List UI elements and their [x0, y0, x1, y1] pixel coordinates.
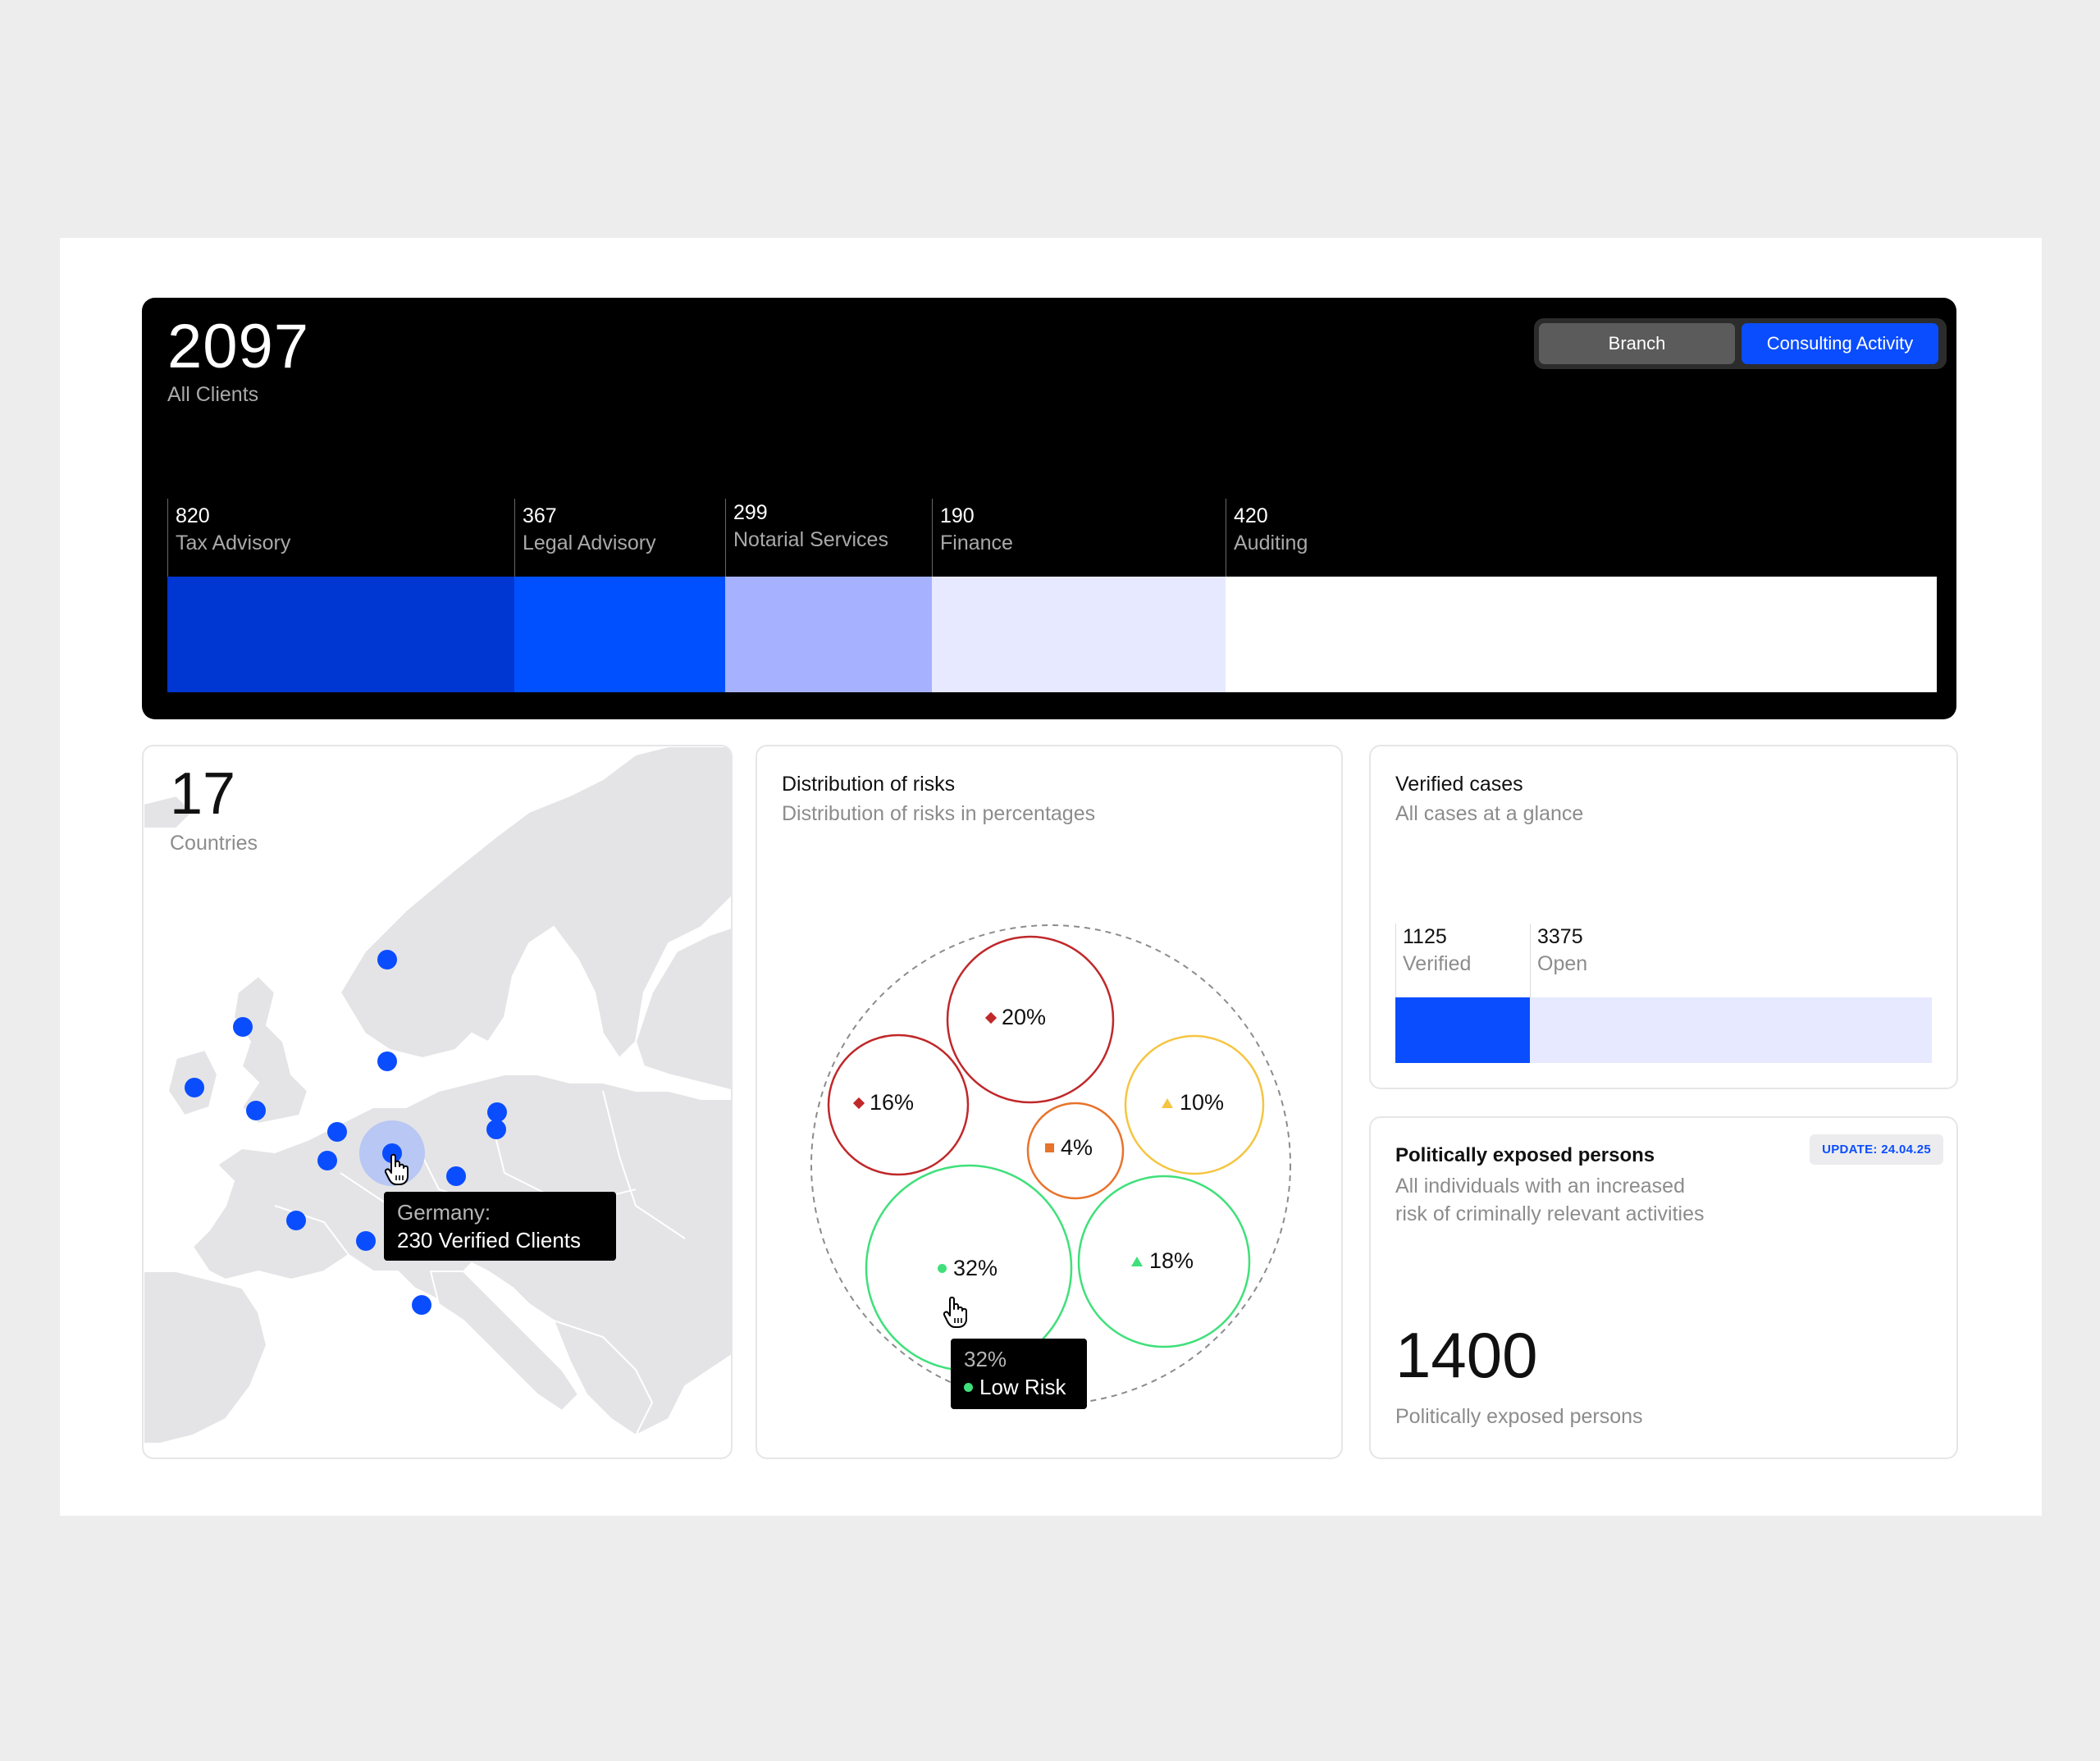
risk-label-32: 32% [938, 1256, 998, 1281]
update-badge: UPDATE: 24.04.25 [1810, 1134, 1943, 1165]
map-location-dot[interactable] [286, 1211, 306, 1230]
segment-count: 190 [940, 504, 975, 527]
map-location-dot[interactable] [377, 950, 397, 969]
verified-label: 1125 Verified [1403, 924, 1471, 978]
hand-cursor-icon [385, 1153, 409, 1185]
risk-value: 10% [1180, 1090, 1225, 1115]
diamond-marker-icon [852, 1097, 865, 1109]
risk-label-20: 20% [984, 1005, 1047, 1030]
verified-count: 1125 [1403, 925, 1447, 948]
bar-segment-notarial[interactable] [725, 577, 932, 692]
segment-label-legal: 367 Legal Advisory [523, 503, 656, 557]
segment-label-finance: 190 Finance [940, 503, 1013, 557]
verified-card-subtitle: All cases at a glance [1395, 802, 1584, 825]
segment-label-tax: 820 Tax Advisory [176, 503, 290, 557]
bar-segment-auditing[interactable] [1226, 577, 1937, 692]
pep-card-title: Politically exposed persons [1395, 1144, 1655, 1166]
triangle-marker-icon [1131, 1256, 1143, 1266]
clients-summary-panel: 2097 All Clients Branch Consulting Activ… [142, 298, 1956, 719]
view-toggle: Branch Consulting Activity [1534, 318, 1947, 369]
segment-count: 299 [733, 501, 768, 524]
verified-name: Verified [1403, 952, 1472, 975]
verified-cases-card: Verified cases All cases at a glance 112… [1369, 745, 1958, 1089]
pep-subtitle-line: All individuals with an increased [1395, 1175, 1685, 1198]
total-clients-label: All Clients [167, 383, 259, 406]
risk-label-4: 4% [1045, 1135, 1093, 1161]
pep-subtitle-line: risk of criminally relevant activities [1395, 1202, 1705, 1225]
segment-divider [1530, 924, 1531, 997]
map-location-dot[interactable] [412, 1295, 431, 1315]
risk-value: 18% [1149, 1248, 1194, 1273]
map-location-dot[interactable] [486, 1120, 506, 1139]
open-count: 3375 [1537, 925, 1583, 948]
bar-segment-finance[interactable] [932, 577, 1226, 692]
branch-toggle-button[interactable]: Branch [1539, 323, 1735, 364]
map-location-dot[interactable] [446, 1166, 466, 1186]
hand-cursor-icon [943, 1296, 967, 1328]
segment-name: Tax Advisory [176, 531, 291, 554]
square-marker-icon [1045, 1143, 1054, 1152]
bar-segment-tax[interactable] [167, 577, 514, 692]
countries-map-card: 17 Countries Germany: 230 Verified Clien… [142, 745, 733, 1459]
segment-divider [932, 499, 933, 577]
map-location-dot[interactable] [185, 1078, 204, 1097]
segment-divider [167, 499, 168, 577]
diamond-marker-icon [984, 1011, 998, 1024]
segment-label-auditing: 420 Auditing [1234, 503, 1308, 557]
open-name: Open [1537, 952, 1588, 975]
risk-value: 4% [1061, 1135, 1093, 1160]
pep-count: 1400 [1395, 1319, 1538, 1391]
segment-name: Legal Advisory [523, 531, 656, 554]
verified-stacked-bar [1395, 997, 1932, 1063]
pep-count-label: Politically exposed persons [1395, 1405, 1643, 1428]
bubble-container [810, 924, 1291, 1405]
risk-distribution-card: Distribution of risks Distribution of ri… [756, 745, 1343, 1459]
segment-divider [1395, 924, 1396, 997]
segment-label-notarial: 299 Notarial Services [733, 500, 888, 554]
consulting-activity-toggle-button[interactable]: Consulting Activity [1742, 323, 1938, 364]
risk-value: 32% [953, 1256, 998, 1280]
dot-marker-icon [964, 1382, 973, 1392]
map-location-dot[interactable] [317, 1151, 337, 1170]
segment-count: 820 [176, 504, 210, 527]
risk-tooltip: 32% Low Risk [951, 1339, 1087, 1409]
map-location-dot[interactable] [246, 1101, 266, 1120]
tooltip-value: 230 Verified Clients [397, 1228, 582, 1252]
risk-label-18: 18% [1131, 1248, 1194, 1274]
countries-count: 17 [170, 761, 236, 827]
risk-label-16: 16% [852, 1090, 915, 1115]
dot-marker-icon [938, 1264, 947, 1273]
tooltip-value: 32% [964, 1347, 1007, 1371]
bar-segment-legal[interactable] [514, 577, 725, 692]
pep-card-subtitle: All individuals with an increased risk o… [1395, 1172, 1705, 1228]
map-tooltip: Germany: 230 Verified Clients [384, 1192, 616, 1261]
triangle-marker-icon [1162, 1097, 1173, 1108]
clients-stacked-bar [167, 577, 1937, 692]
open-label: 3375 Open [1537, 924, 1587, 978]
segment-name: Finance [940, 531, 1013, 554]
map-location-dot[interactable] [377, 1052, 397, 1071]
dashboard-canvas: 2097 All Clients Branch Consulting Activ… [60, 238, 2042, 1516]
segment-name: Auditing [1234, 531, 1308, 554]
map-location-dot[interactable] [327, 1122, 347, 1142]
tooltip-country: Germany: [397, 1200, 491, 1225]
bar-segment-verified[interactable] [1395, 997, 1530, 1063]
segment-divider [725, 499, 726, 577]
map-location-dot[interactable] [233, 1017, 253, 1037]
risk-value: 20% [1002, 1005, 1047, 1029]
pep-card: Politically exposed persons All individu… [1369, 1116, 1958, 1459]
segment-name: Notarial Services [733, 528, 888, 551]
segment-divider [514, 499, 515, 577]
countries-label: Countries [170, 832, 258, 855]
risk-label-10: 10% [1162, 1090, 1224, 1115]
total-clients-value: 2097 [167, 312, 310, 381]
map-location-dot[interactable] [356, 1231, 376, 1251]
tooltip-label-row: Low Risk [964, 1373, 1074, 1401]
risk-value: 16% [870, 1090, 915, 1115]
segment-count: 420 [1234, 504, 1268, 527]
segment-count: 367 [523, 504, 557, 527]
verified-card-title: Verified cases [1395, 773, 1523, 796]
tooltip-label: Low Risk [979, 1375, 1066, 1399]
bar-segment-open[interactable] [1530, 997, 1932, 1063]
